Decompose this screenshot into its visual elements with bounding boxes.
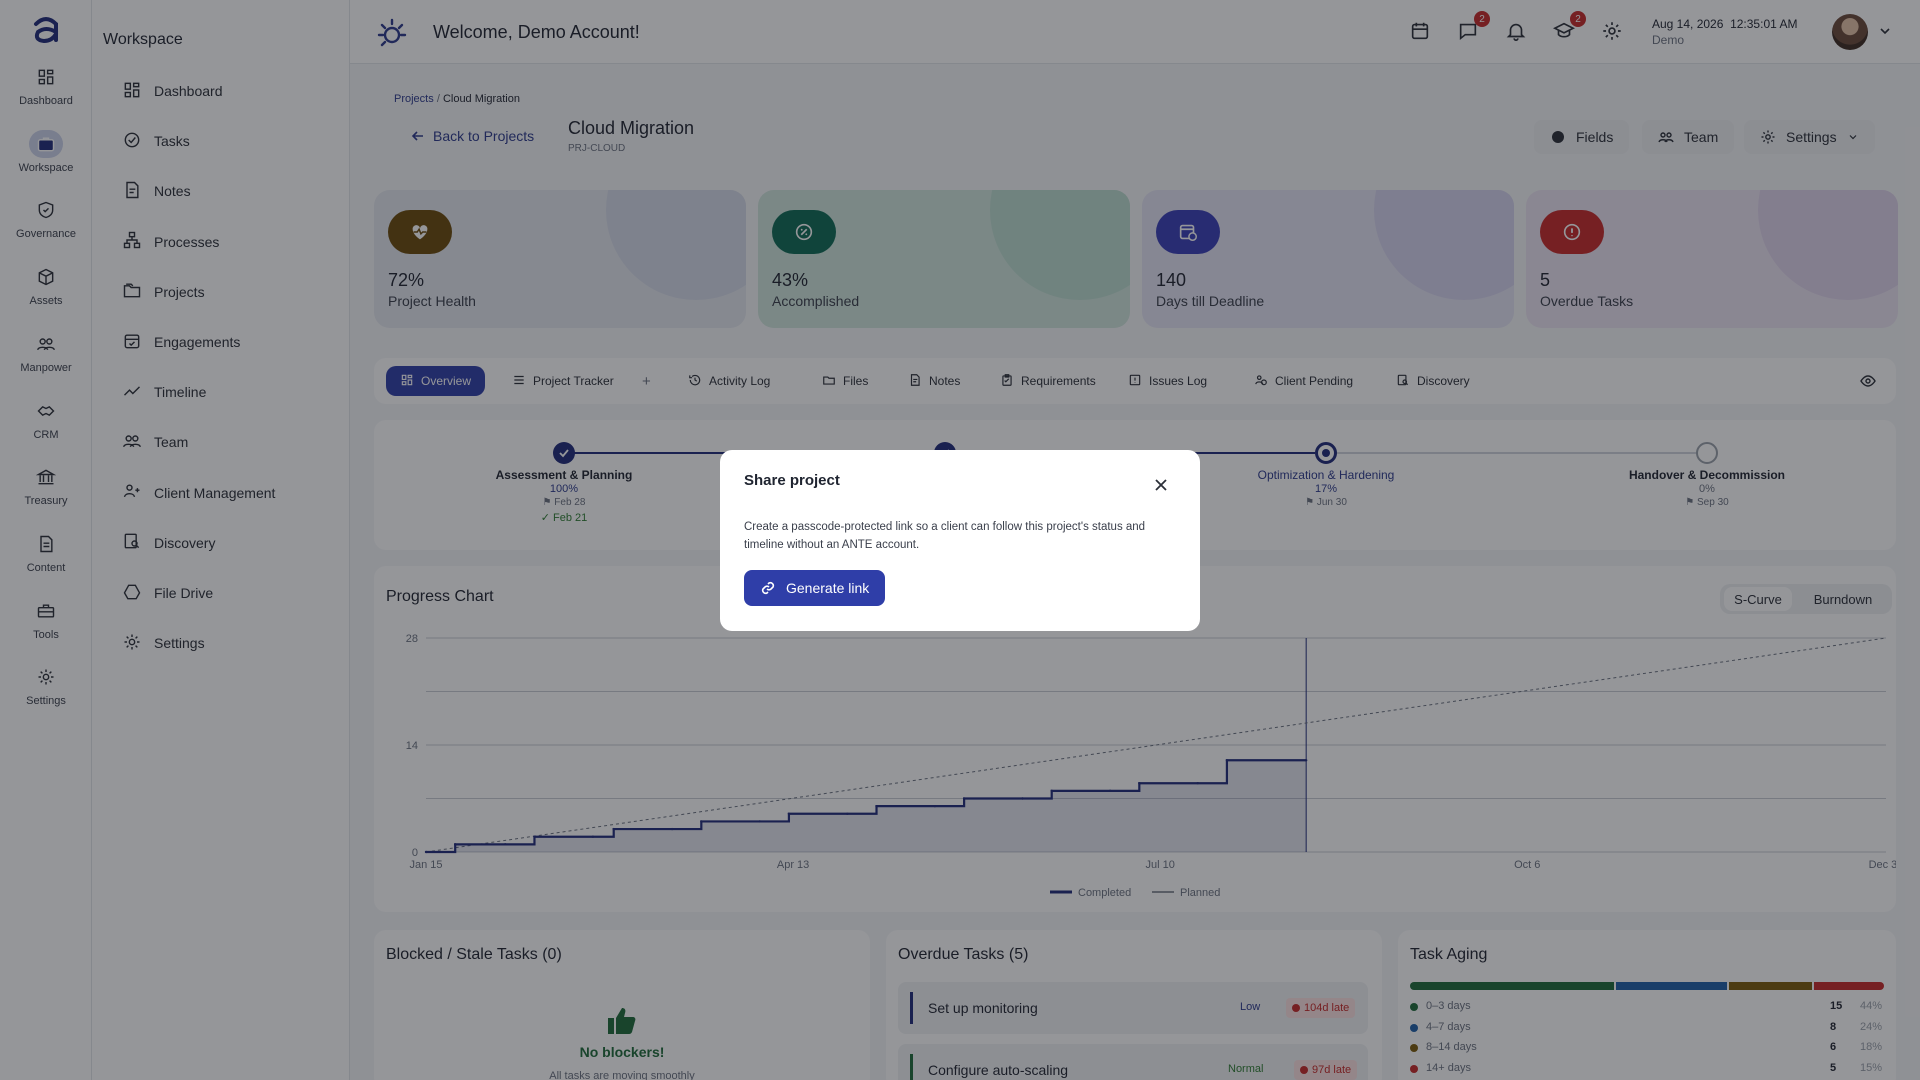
- dialog-title: Share project: [744, 472, 840, 489]
- dialog-description: Create a passcode-protected link so a cl…: [744, 521, 1146, 551]
- generate-link-label: Generate link: [786, 580, 870, 596]
- link-icon: [761, 581, 775, 595]
- share-project-dialog: Share project Create a passcode-protecte…: [720, 450, 1200, 631]
- generate-link-button[interactable]: Generate link: [744, 570, 886, 606]
- close-icon[interactable]: [1152, 476, 1170, 494]
